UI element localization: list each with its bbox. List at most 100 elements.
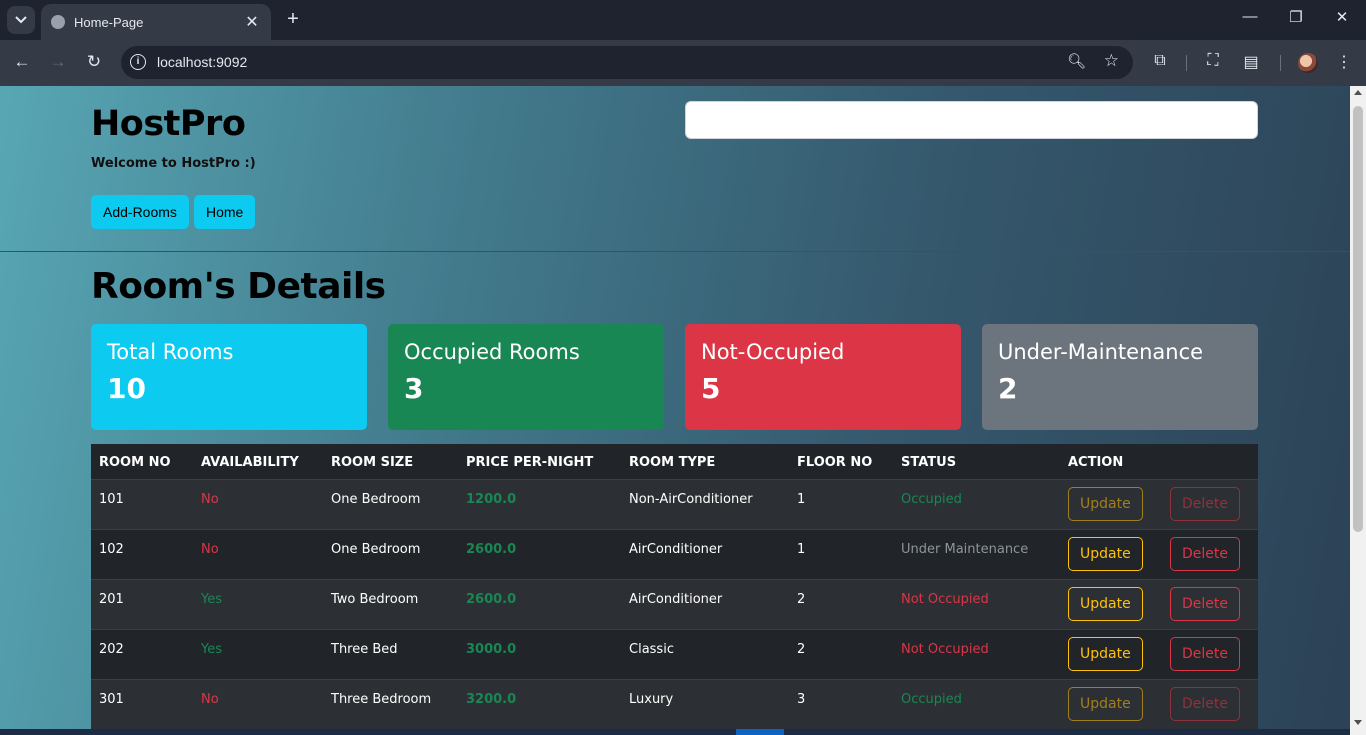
restore-icon[interactable]: ❐ xyxy=(1286,8,1306,26)
column-header: ROOM NO xyxy=(99,455,171,470)
status: Occupied xyxy=(901,692,962,707)
availability: No xyxy=(201,492,219,507)
room-size: Two Bedroom xyxy=(331,592,419,607)
card-value: 10 xyxy=(107,372,146,405)
back-icon[interactable]: ← xyxy=(11,52,33,72)
price: 2600.0 xyxy=(466,592,517,607)
close-window-icon[interactable]: ✕ xyxy=(1332,8,1352,26)
column-header: ACTION xyxy=(1068,455,1124,470)
room-type: AirConditioner xyxy=(629,542,723,557)
delete-button[interactable]: Delete xyxy=(1170,587,1240,621)
availability: Yes xyxy=(201,642,222,657)
column-header: PRICE PER-NIGHT xyxy=(466,455,594,470)
room-no: 101 xyxy=(99,492,124,507)
card-value: 2 xyxy=(998,372,1018,405)
header-divider xyxy=(0,251,1350,252)
column-header: STATUS xyxy=(901,455,957,470)
floor-no: 1 xyxy=(797,542,806,557)
table-header: ROOM NO AVAILABILITY ROOM SIZE PRICE PER… xyxy=(91,444,1258,480)
site-info-icon[interactable]: i xyxy=(130,54,146,70)
room-no: 102 xyxy=(99,542,124,557)
room-type: Luxury xyxy=(629,692,674,707)
profile-avatar[interactable] xyxy=(1298,53,1318,73)
update-button[interactable]: Update xyxy=(1068,587,1143,621)
column-header: FLOOR NO xyxy=(797,455,873,470)
price: 2600.0 xyxy=(466,542,517,557)
update-button[interactable]: Update xyxy=(1068,487,1143,521)
availability: No xyxy=(201,692,219,707)
table-row: 102 No One Bedroom 2600.0 AirConditioner… xyxy=(91,530,1258,580)
reload-icon[interactable]: ↻ xyxy=(83,52,105,72)
os-taskbar xyxy=(0,729,1350,735)
status: Not Occupied xyxy=(901,642,989,657)
price: 1200.0 xyxy=(466,492,517,507)
zoom-icon[interactable]: 🔍︎ xyxy=(1067,52,1086,70)
search-input[interactable] xyxy=(685,101,1258,139)
tab-list-button[interactable] xyxy=(7,6,35,34)
delete-button[interactable]: Delete xyxy=(1170,537,1240,571)
floor-no: 3 xyxy=(797,692,806,707)
page-scrollbar[interactable] xyxy=(1350,86,1366,735)
delete-button[interactable]: Delete xyxy=(1170,637,1240,671)
room-size: Three Bed xyxy=(331,642,398,657)
availability: Yes xyxy=(201,592,222,607)
status: Under Maintenance xyxy=(901,542,1029,557)
column-header: ROOM TYPE xyxy=(629,455,716,470)
browser-tabbar: Home-Page ✕ + — ❐ ✕ xyxy=(0,0,1366,40)
room-size: Three Bedroom xyxy=(331,692,432,707)
close-tab-icon[interactable]: ✕ xyxy=(243,12,261,32)
column-header: AVAILABILITY xyxy=(201,455,299,470)
rooms-table: ROOM NO AVAILABILITY ROOM SIZE PRICE PER… xyxy=(91,444,1258,730)
url-text[interactable]: localhost:9092 xyxy=(157,54,247,70)
extensions-icon[interactable]: ⧉ xyxy=(1149,52,1171,70)
card-value: 5 xyxy=(701,372,721,405)
page-viewport: HostPro Welcome to HostPro :) Add-Rooms … xyxy=(0,86,1350,735)
room-no: 201 xyxy=(99,592,124,607)
chevron-down-icon xyxy=(15,16,27,24)
new-tab-icon[interactable]: + xyxy=(282,8,304,31)
update-button[interactable]: Update xyxy=(1068,637,1143,671)
availability: No xyxy=(201,542,219,557)
status: Occupied xyxy=(901,492,962,507)
price: 3200.0 xyxy=(466,692,517,707)
room-type: AirConditioner xyxy=(629,592,723,607)
address-bar[interactable]: i localhost:9092 🔍︎ ☆ xyxy=(121,46,1133,79)
scroll-down-icon[interactable] xyxy=(1354,720,1362,725)
status: Not Occupied xyxy=(901,592,989,607)
delete-button[interactable]: Delete xyxy=(1170,487,1240,521)
reading-list-icon[interactable]: ▤ xyxy=(1240,52,1262,72)
browser-tab[interactable]: Home-Page ✕ xyxy=(41,4,271,40)
card-title: Occupied Rooms xyxy=(404,340,580,364)
forward-icon[interactable]: → xyxy=(47,52,69,72)
toolbar-separator xyxy=(1186,55,1187,71)
globe-icon xyxy=(51,15,65,29)
minimize-icon[interactable]: — xyxy=(1240,8,1260,25)
update-button[interactable]: Update xyxy=(1068,687,1143,721)
browser-toolbar: ← → ↻ i localhost:9092 🔍︎ ☆ ⧉ ⛶ ▤ ⋮ xyxy=(0,40,1366,86)
add-rooms-button[interactable]: Add-Rooms xyxy=(91,195,189,229)
page-title: Room's Details xyxy=(91,266,386,307)
floor-no: 2 xyxy=(797,592,806,607)
table-row: 101 No One Bedroom 1200.0 Non-AirConditi… xyxy=(91,480,1258,530)
room-type: Non-AirConditioner xyxy=(629,492,753,507)
tab-title: Home-Page xyxy=(74,14,144,30)
bookmark-star-icon[interactable]: ☆ xyxy=(1104,51,1119,71)
update-button[interactable]: Update xyxy=(1068,537,1143,571)
incognito-icon[interactable]: ⛶ xyxy=(1202,52,1224,70)
menu-kebab-icon[interactable]: ⋮ xyxy=(1333,52,1355,72)
table-row: 201 Yes Two Bedroom 2600.0 AirConditione… xyxy=(91,580,1258,630)
scroll-up-icon[interactable] xyxy=(1354,90,1362,95)
table-row: 301 No Three Bedroom 3200.0 Luxury 3 Occ… xyxy=(91,680,1258,730)
room-no: 301 xyxy=(99,692,124,707)
scrollbar-thumb[interactable] xyxy=(1353,106,1363,532)
brand-title: HostPro xyxy=(91,104,246,144)
floor-no: 1 xyxy=(797,492,806,507)
room-size: One Bedroom xyxy=(331,542,421,557)
occupied-rooms-card: Occupied Rooms 3 xyxy=(388,324,664,430)
not-occupied-card: Not-Occupied 5 xyxy=(685,324,961,430)
home-button[interactable]: Home xyxy=(194,195,256,229)
card-value: 3 xyxy=(404,372,424,405)
delete-button[interactable]: Delete xyxy=(1170,687,1240,721)
room-size: One Bedroom xyxy=(331,492,421,507)
room-no: 202 xyxy=(99,642,124,657)
